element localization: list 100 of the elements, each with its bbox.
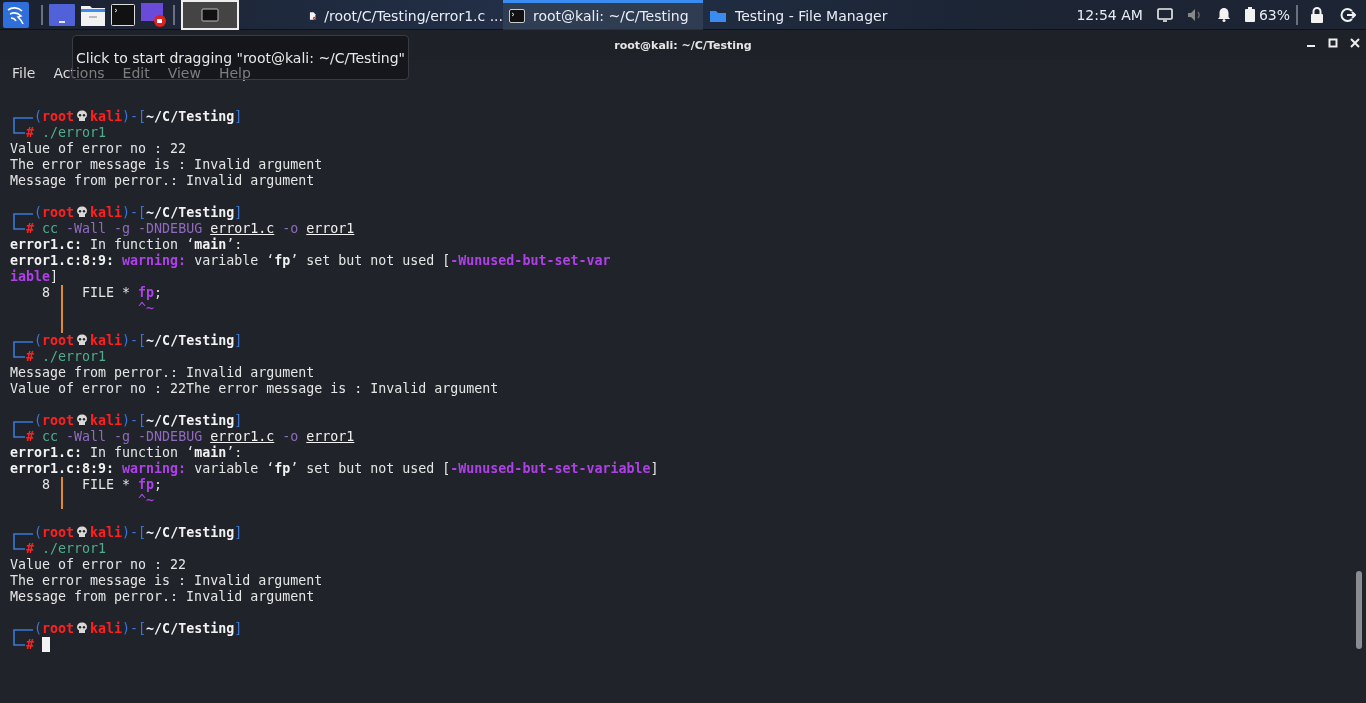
command-text: ./error1 (41, 349, 107, 364)
command-option-text: -o (281, 429, 300, 444)
volume-icon[interactable] (1186, 7, 1203, 22)
battery-percent[interactable]: 63% (1258, 6, 1290, 23)
prompt-user: kali (90, 333, 123, 348)
screen-recorder-icon[interactable] (141, 2, 167, 27)
bell-icon[interactable] (1216, 7, 1231, 22)
prompt-bracket-text: ] (234, 333, 243, 348)
prompt-hash: # (26, 637, 34, 652)
workspace-icon[interactable] (181, 0, 239, 30)
menu-item[interactable]: View (167, 64, 201, 81)
output-text: ’ set but not used [ (290, 253, 451, 268)
command-option-text: -o (281, 221, 300, 236)
skull-icon (76, 334, 89, 346)
taskbar-task[interactable]: /root/C/Testing/error1.c ... (303, 0, 503, 30)
warning-text: iable (10, 269, 51, 284)
prompt-bracket-text: ( (34, 109, 42, 124)
prompt-bracket-text: )-[ (122, 205, 147, 220)
prompt-bracket-text: ( (34, 413, 42, 428)
close-icon[interactable] (1350, 38, 1360, 48)
caret-marker-text: ^~ (138, 301, 155, 316)
prompt-hash: # (26, 125, 34, 140)
folder-icon[interactable] (81, 3, 105, 26)
skull-icon (76, 206, 89, 218)
prompt-user: root (42, 525, 75, 540)
scrollbar-thumb[interactable] (1356, 571, 1362, 649)
lock-icon[interactable] (1310, 6, 1324, 23)
output-text: variable ‘ (193, 461, 275, 476)
output-text: FILE * (82, 285, 132, 300)
output-bold-text: fp (274, 461, 291, 476)
output-text: Value of error no : 22The error message is : Invalid argument (10, 381, 499, 396)
taskbar-task[interactable]: root@kali: ~/C/Testing (503, 0, 703, 30)
prompt-hash: # (26, 541, 34, 556)
display-icon[interactable] (1156, 7, 1173, 22)
prompt-bracket-text: )-[ (122, 109, 147, 124)
prompt-path: ~/C/Testing (146, 205, 235, 220)
maximize-icon[interactable] (1328, 38, 1338, 48)
warning-text: fp (138, 477, 155, 492)
warning-text: -Wunused-but-set-var (450, 253, 611, 268)
output-bold-text: error1.c:8:9: (10, 253, 115, 268)
prompt-path: ~/C/Testing (146, 621, 235, 636)
output-text: The error message is : Invalid argument (10, 573, 323, 588)
output-text: Value of error no : 22 (10, 557, 187, 572)
clock[interactable]: 12:54 AM (1076, 6, 1143, 23)
prompt-bracket-text: )-[ (122, 525, 147, 540)
prompt-bracket-text: ] (234, 205, 243, 220)
command-file: error1 (306, 429, 355, 444)
caret-marker-text: ^~ (138, 493, 155, 508)
output-text: Message from perror.: Invalid argument (10, 589, 315, 604)
prompt-user: root (42, 621, 75, 636)
terminal-icon[interactable] (111, 3, 135, 26)
prompt-bracket-text: )-[ (122, 621, 147, 636)
battery-icon[interactable] (1244, 7, 1255, 22)
output-text: Value of error no : 22 (10, 141, 187, 156)
output-bold-text: fp (274, 253, 291, 268)
output-text: ] (650, 461, 659, 476)
output-text: In function ‘ (89, 445, 195, 460)
skull-icon (76, 526, 89, 538)
command-text: ./error1 (41, 541, 107, 556)
output-bold-text: error1.c: (10, 237, 83, 252)
prompt-bracket-text: ( (34, 525, 42, 540)
logout-icon[interactable] (1340, 6, 1356, 23)
output-bold-text: main (194, 237, 227, 252)
command-option-text: -Wall -g -DNDEBUG (65, 429, 204, 444)
skull-icon (76, 110, 89, 122)
prompt-hash: # (26, 221, 34, 236)
output-text: In function ‘ (89, 237, 195, 252)
command-file: error1 (306, 221, 355, 236)
prompt-hash: # (26, 429, 34, 444)
prompt-bracket-text: ] (234, 109, 243, 124)
prompt-path: ~/C/Testing (146, 525, 235, 540)
command-file: error1.c (210, 429, 275, 444)
prompt-user: kali (90, 413, 123, 428)
taskbar-task[interactable]: Testing - File Manager (703, 0, 903, 30)
output-text: variable ‘ (193, 253, 275, 268)
command-text: cc (41, 429, 59, 444)
prompt-bracket-text: )-[ (122, 333, 147, 348)
output-text: ’ set but not used [ (290, 461, 451, 476)
output-text: FILE * (82, 477, 132, 492)
prompt-user: kali (90, 621, 123, 636)
prompt-bracket-text: ( (34, 333, 42, 348)
line-number: 8 (41, 477, 52, 493)
prompt-bracket-text: ] (234, 413, 243, 428)
prompt-user: root (42, 333, 75, 348)
menu-item[interactable]: Help (218, 64, 251, 81)
warning-text: fp (138, 285, 155, 300)
output-text: ; (154, 477, 163, 492)
prompt-path: ~/C/Testing (146, 109, 235, 124)
command-text: cc (41, 221, 59, 236)
prompt-user: root (42, 109, 75, 124)
window-title: root@kali: ~/C/Testing (614, 38, 752, 52)
prompt-bracket-text: ] (234, 621, 243, 636)
window-icon[interactable] (49, 3, 75, 26)
menu-item[interactable]: File (12, 64, 36, 81)
prompt-path: ~/C/Testing (146, 413, 235, 428)
output-text: Message from perror.: Invalid argument (10, 173, 315, 188)
menu-item[interactable]: Edit (122, 64, 150, 81)
output-text: ; (154, 285, 163, 300)
terminal-icon (509, 9, 525, 23)
prompt-bracket-text: )-[ (122, 413, 147, 428)
